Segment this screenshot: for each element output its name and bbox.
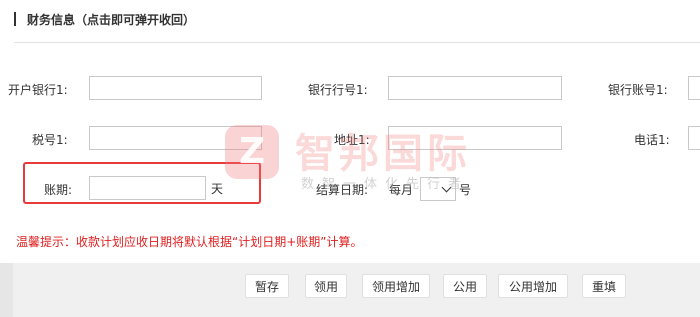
phone-input[interactable] — [688, 126, 700, 150]
bank-code-input[interactable] — [388, 76, 562, 100]
section-marker — [14, 12, 16, 26]
section-title[interactable]: 财务信息（点击即可弹开收回） — [27, 11, 195, 28]
bank-code-label: 银行行号1: — [308, 83, 368, 97]
bank-name-label: 开户银行1: — [8, 83, 68, 97]
use-add-button[interactable]: 领用增加 — [362, 274, 430, 298]
public-button[interactable]: 公用 — [443, 274, 487, 298]
reset-button[interactable]: 重填 — [582, 274, 626, 298]
chevron-down-icon — [441, 182, 452, 193]
bank-account-label: 银行账号1: — [608, 83, 668, 97]
bank-account-input[interactable] — [688, 76, 700, 100]
section-divider — [14, 42, 700, 43]
use-button[interactable]: 领用 — [305, 274, 347, 298]
notice-tip: 温馨提示：收款计划应收日期将默认根据“计划日期+账期”计算。 — [16, 235, 363, 249]
payment-term-input[interactable] — [89, 176, 206, 200]
public-add-button[interactable]: 公用增加 — [498, 274, 568, 298]
section-header[interactable]: 财务信息（点击即可弹开收回） — [0, 0, 700, 42]
tax-no-input[interactable] — [89, 126, 262, 150]
save-draft-button[interactable]: 暂存 — [245, 274, 289, 298]
settlement-date-prefix: 每月 — [389, 183, 414, 197]
tax-no-label: 税号1: — [32, 133, 68, 147]
action-bar-edge — [0, 263, 13, 317]
settlement-date-label: 结算日期: — [316, 183, 369, 197]
payment-term-label: 账期: — [44, 183, 73, 197]
settlement-day-select[interactable] — [420, 177, 456, 201]
address-input[interactable] — [388, 126, 562, 150]
address-label: 地址1: — [334, 133, 370, 147]
payment-term-unit: 天 — [211, 182, 224, 196]
bank-name-input[interactable] — [89, 76, 262, 100]
phone-label: 电话1: — [634, 133, 670, 147]
settlement-date-suffix: 号 — [459, 183, 472, 197]
